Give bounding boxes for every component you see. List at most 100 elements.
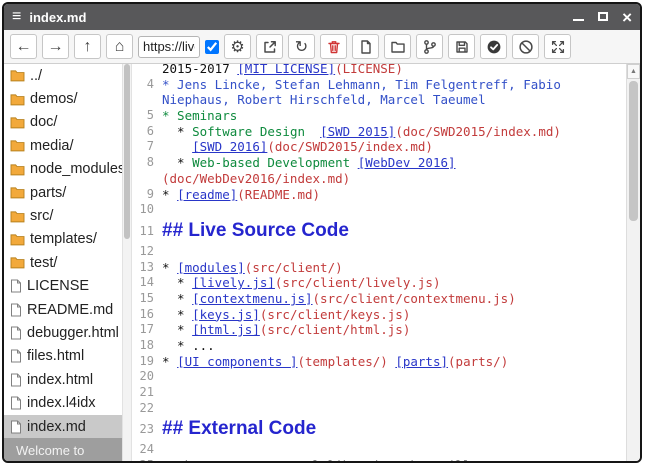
save-icon <box>454 39 470 55</box>
forward-icon: → <box>48 38 64 56</box>
sidebar-item-test[interactable]: test/ <box>4 251 122 274</box>
sidebar-item-node-modules[interactable]: node_modules/ <box>4 158 122 181</box>
file-label: index.html <box>27 372 93 388</box>
sidebar-item-debugger-html[interactable]: debugger.html <box>4 321 122 344</box>
maximize-button[interactable] <box>598 8 608 26</box>
sidebar-item-files-html[interactable]: files.html <box>4 345 122 368</box>
delete-button[interactable] <box>320 34 347 59</box>
file-label: demos/ <box>30 91 78 107</box>
git-branch-button[interactable] <box>416 34 443 59</box>
editor-scrollbar[interactable]: ▲ <box>626 64 640 461</box>
editor-row: 6 * Software Design [SWD 2015](doc/SWD20… <box>132 124 626 140</box>
sidebar-scrollbar[interactable] <box>122 64 132 461</box>
check-circle-icon <box>486 39 502 55</box>
back-icon: ← <box>16 38 32 56</box>
markdown-editor[interactable]: 2015-2017 [MIT LICENSE](LICENSE)4* Jens … <box>132 64 626 461</box>
editor-row: 10 <box>132 202 626 218</box>
line-number: 24 <box>132 442 162 458</box>
file-label: templates/ <box>30 231 97 247</box>
url-input[interactable] <box>138 36 200 58</box>
sidebar-item-parts[interactable]: parts/ <box>4 181 122 204</box>
close-button[interactable]: × <box>622 9 632 26</box>
editor-row: (doc/WebDev2016/index.md) <box>132 171 626 187</box>
line-number: 7 <box>132 139 162 155</box>
folder-icon <box>10 256 25 269</box>
file-label: src/ <box>30 208 53 224</box>
file-label: ../ <box>30 68 42 84</box>
maximize-icon <box>598 12 608 21</box>
git-branch-icon <box>422 39 438 55</box>
open-external-button[interactable] <box>256 34 283 59</box>
line-number: 6 <box>132 124 162 140</box>
file-list: ../ demos/ doc/ media/ node_modules/ par… <box>4 64 122 438</box>
sidebar-item-templates[interactable]: templates/ <box>4 228 122 251</box>
file-label: README.md <box>27 302 113 318</box>
sidebar-item-readme-md[interactable]: README.md <box>4 298 122 321</box>
folder-icon <box>10 186 25 199</box>
settings-button[interactable]: ⚙ <box>224 34 251 59</box>
line-number: 10 <box>132 202 162 218</box>
line-number <box>132 92 162 108</box>
expand-button[interactable] <box>544 34 571 59</box>
line-number <box>132 64 162 77</box>
editor-scroll-thumb[interactable] <box>629 81 638 221</box>
file-label: index.l4idx <box>27 395 96 411</box>
folder-icon <box>10 69 25 82</box>
line-number: 20 <box>132 369 162 385</box>
file-icon <box>10 279 22 293</box>
home-button[interactable]: ⌂ <box>106 34 133 59</box>
sidebar-item-index-l4idx[interactable]: index.l4idx <box>4 391 122 414</box>
sidebar-item-index-html[interactable]: index.html <box>4 368 122 391</box>
line-number: 25 <box>132 458 162 461</box>
sidebar-item-src[interactable]: src/ <box>4 204 122 227</box>
line-number <box>132 171 162 187</box>
up-button[interactable]: ↑ <box>74 34 101 59</box>
folder-icon <box>10 116 25 129</box>
file-label: files.html <box>27 348 84 364</box>
scroll-up-button[interactable]: ▲ <box>627 64 640 79</box>
forward-button[interactable]: → <box>42 34 69 59</box>
editor-row: 25We host some external libraries that w… <box>132 458 626 461</box>
editor-lines: 2015-2017 [MIT LICENSE](LICENSE)4* Jens … <box>132 64 626 461</box>
editor-row: 5* Seminars <box>132 108 626 124</box>
toolbar: ← → ↑ ⌂ ⚙ ↻ <box>4 30 640 64</box>
file-label: LICENSE <box>27 278 89 294</box>
up-icon: ↑ <box>84 38 92 56</box>
sidebar-item-demos[interactable]: demos/ <box>4 87 122 110</box>
block-button[interactable] <box>512 34 539 59</box>
file-label: debugger.html <box>27 325 119 341</box>
sidebar-item-index-md[interactable]: index.md <box>4 415 122 438</box>
editor-row: 2015-2017 [MIT LICENSE](LICENSE) <box>132 64 626 77</box>
back-button[interactable]: ← <box>10 34 37 59</box>
menu-icon[interactable]: ≡ <box>12 9 21 25</box>
line-number: 13 <box>132 260 162 276</box>
file-label: media/ <box>30 138 74 154</box>
save-button[interactable] <box>448 34 475 59</box>
accept-button[interactable] <box>480 34 507 59</box>
line-number: 16 <box>132 307 162 323</box>
sidebar-scroll-thumb[interactable] <box>124 64 130 239</box>
sidebar-item-license[interactable]: LICENSE <box>4 275 122 298</box>
auto-update-checkbox[interactable] <box>205 40 219 54</box>
sidebar-item-media[interactable]: media/ <box>4 134 122 157</box>
editor-row: 12 <box>132 244 626 260</box>
file-icon <box>10 326 22 340</box>
file-label: test/ <box>30 255 57 271</box>
minimize-button[interactable] <box>573 8 584 26</box>
file-icon <box>10 420 22 434</box>
editor-row: 8 * Web-based Development [WebDev 2016] <box>132 155 626 171</box>
editor-row: 19* [UI components ](templates/) [parts]… <box>132 354 626 370</box>
sidebar-item-doc[interactable]: doc/ <box>4 111 122 134</box>
new-folder-button[interactable] <box>384 34 411 59</box>
editor-row: Niephaus, Robert Hirschfeld, Marcel Taeu… <box>132 92 626 108</box>
refresh-button[interactable]: ↻ <box>288 34 315 59</box>
line-number: 15 <box>132 291 162 307</box>
new-file-button[interactable] <box>352 34 379 59</box>
editor-row: 15 * [contextmenu.js](src/client/context… <box>132 291 626 307</box>
editor-row: 23## External Code <box>132 416 626 442</box>
sidebar-item-[interactable]: ../ <box>4 64 122 87</box>
line-number: 8 <box>132 155 162 171</box>
editor-row: 13* [modules](src/client/) <box>132 260 626 276</box>
folder-icon <box>10 93 25 106</box>
line-number: 4 <box>132 77 162 93</box>
